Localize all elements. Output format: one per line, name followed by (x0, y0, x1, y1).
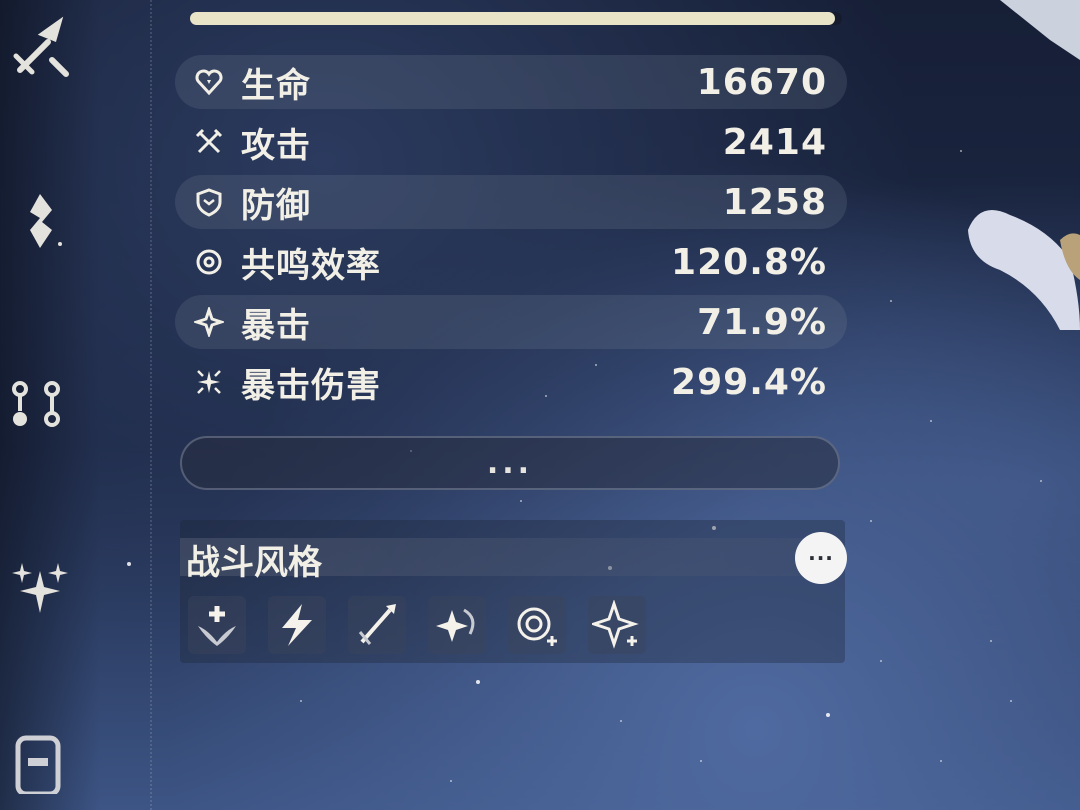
stat-row-crit-damage: 暴击伤害 299.4% (175, 355, 847, 409)
nav-resonance-chain[interactable] (0, 365, 80, 445)
stat-row-def: 防御 1258 (175, 175, 847, 229)
echo-icon (30, 194, 62, 248)
more-stats-button[interactable]: ... (180, 436, 840, 490)
forte-icon (12, 563, 68, 613)
stat-label: 暴击伤害 (241, 365, 381, 406)
stat-row-hp: 生命 16670 (175, 55, 847, 109)
stat-row-crit-rate: 暴击 71.9% (175, 295, 847, 349)
nav-weapon[interactable] (0, 8, 80, 88)
heart-icon (191, 64, 227, 100)
stat-value: 71.9% (697, 301, 827, 343)
sword-icon[interactable] (348, 596, 406, 654)
phone-icon (15, 735, 61, 794)
attack-icon (191, 124, 227, 160)
stat-label: 防御 (241, 185, 311, 226)
stat-label: 生命 (241, 65, 311, 106)
stat-row-atk: 攻击 2414 (175, 115, 847, 169)
lightning-icon[interactable] (268, 596, 326, 654)
stat-label: 攻击 (241, 125, 311, 166)
healing-wings-icon[interactable] (188, 596, 246, 654)
resonance-chain-icon (12, 381, 60, 427)
star-plus-icon[interactable] (588, 596, 646, 654)
combat-style-more-button[interactable]: ··· (795, 532, 847, 584)
nav-forte[interactable] (0, 545, 80, 625)
spiral-plus-icon[interactable] (508, 596, 566, 654)
stat-value: 120.8% (671, 241, 827, 283)
character-figure (968, 0, 1080, 330)
level-progress-fill (190, 12, 836, 25)
stats-list: 生命 16670 攻击 2414 防御 1258 共鸣效率 120.8% 暴击 … (175, 55, 847, 415)
stat-value: 299.4% (671, 361, 827, 403)
nav-echo[interactable] (0, 180, 80, 260)
level-progress-bar (190, 12, 842, 25)
resonance-icon (191, 244, 227, 280)
stat-value: 1258 (722, 181, 827, 223)
stat-value: 2414 (722, 121, 827, 163)
nav-phone[interactable] (0, 722, 80, 802)
rail-divider (150, 0, 152, 810)
sparkle-swirl-icon[interactable] (428, 596, 486, 654)
combat-style-title: 战斗风格 (186, 543, 322, 583)
combat-style-icons (188, 596, 646, 654)
stat-value: 16670 (696, 61, 827, 103)
crit-rate-icon (191, 304, 227, 340)
shield-icon (191, 184, 227, 220)
crit-damage-icon (191, 364, 227, 400)
stat-label: 共鸣效率 (241, 245, 381, 286)
weapon-icon (13, 16, 69, 77)
stat-row-energy-regen: 共鸣效率 120.8% (175, 235, 847, 289)
stat-label: 暴击 (241, 305, 311, 346)
